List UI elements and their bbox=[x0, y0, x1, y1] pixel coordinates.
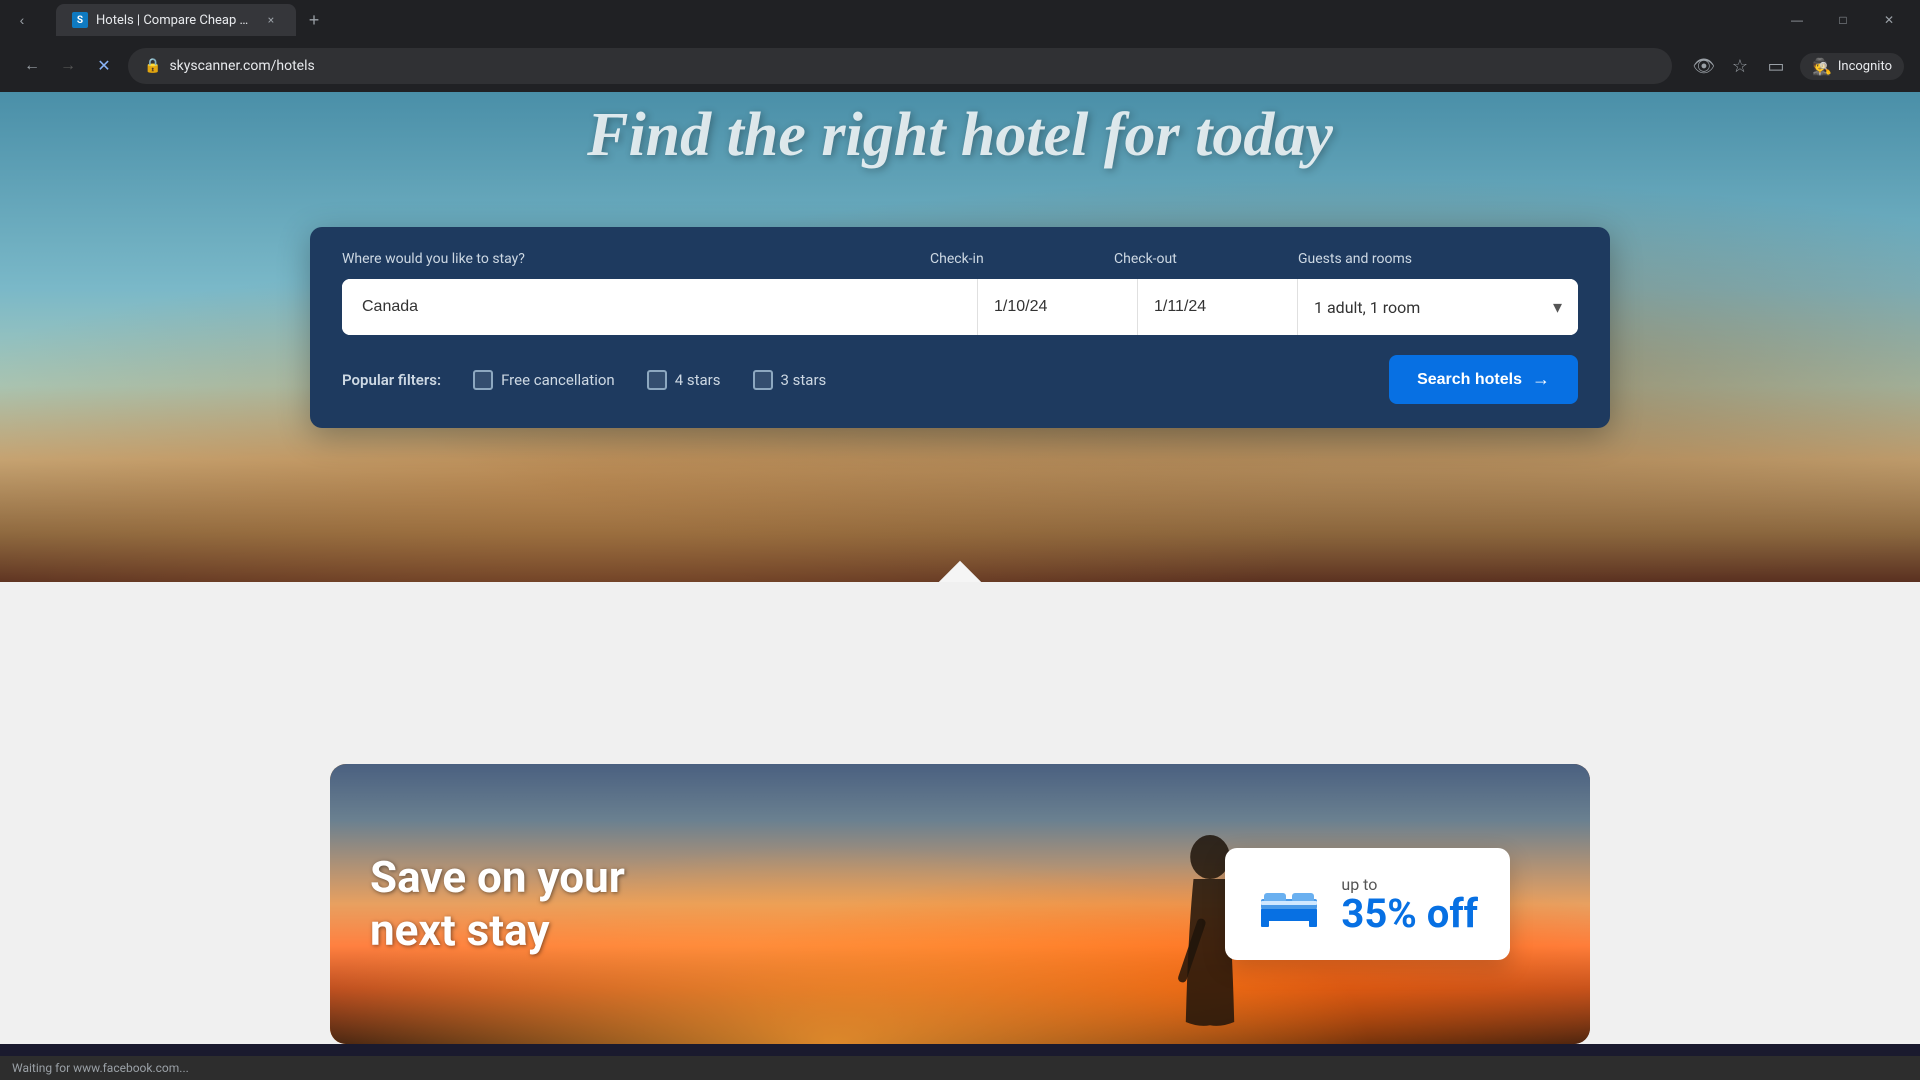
reload-button[interactable]: ✕ bbox=[88, 50, 120, 82]
search-hotels-button[interactable]: Search hotels → bbox=[1389, 355, 1578, 404]
discount-percent: 35% off bbox=[1341, 894, 1478, 934]
filters-label: Popular filters: bbox=[342, 371, 441, 389]
3-stars-filter[interactable]: 3 stars bbox=[753, 370, 827, 390]
free-cancellation-filter[interactable]: Free cancellation bbox=[473, 370, 615, 390]
search-arrow-icon: → bbox=[1532, 369, 1550, 390]
lock-icon: 🔒 bbox=[144, 58, 161, 74]
4-stars-label: 4 stars bbox=[675, 371, 721, 389]
lower-section: Save on your next stay bbox=[0, 582, 1920, 1044]
back-button[interactable]: ← bbox=[16, 50, 48, 82]
eye-off-icon[interactable]: 👁 bbox=[1688, 50, 1720, 82]
4-stars-checkbox[interactable] bbox=[647, 370, 667, 390]
hero-section: Find the right hotel for today Where wou… bbox=[0, 92, 1920, 582]
address-nav-buttons: ← → ✕ bbox=[16, 50, 120, 82]
free-cancellation-label: Free cancellation bbox=[501, 371, 615, 389]
window-controls: — □ ✕ bbox=[1774, 0, 1912, 40]
minimize-button[interactable]: — bbox=[1774, 0, 1820, 40]
3-stars-checkbox[interactable] bbox=[753, 370, 773, 390]
promo-text: Save on your next stay bbox=[330, 811, 665, 997]
search-panel: Where would you like to stay? Check-in C… bbox=[310, 227, 1610, 428]
destination-label: Where would you like to stay? bbox=[342, 251, 930, 267]
title-bar: ‹ S Hotels | Compare Cheap Hotel × + — □… bbox=[0, 0, 1920, 40]
sidebar-button[interactable]: ▭ bbox=[1760, 50, 1792, 82]
discount-text: up to 35% off bbox=[1341, 875, 1478, 934]
status-bar: Waiting for www.facebook.com... bbox=[0, 1056, 1920, 1080]
status-text: Waiting for www.facebook.com... bbox=[12, 1061, 189, 1075]
checkout-label: Check-out bbox=[1114, 251, 1274, 267]
filters-row: Popular filters: Free cancellation 4 sta… bbox=[342, 355, 1578, 404]
browser-chrome: ‹ S Hotels | Compare Cheap Hotel × + — □… bbox=[0, 0, 1920, 92]
destination-input[interactable] bbox=[342, 279, 978, 335]
checkin-input[interactable] bbox=[978, 279, 1138, 335]
bed-icon bbox=[1259, 879, 1319, 929]
maximize-button[interactable]: □ bbox=[1820, 0, 1866, 40]
promo-title: Save on your next stay bbox=[370, 851, 625, 957]
guests-rooms-selector[interactable]: 1 adult, 1 room ▾ bbox=[1298, 279, 1578, 335]
tab-close-button[interactable]: × bbox=[262, 11, 280, 29]
page-content: Find the right hotel for today Where wou… bbox=[0, 92, 1920, 1044]
guests-dropdown-arrow: ▾ bbox=[1553, 297, 1562, 318]
url-text: skyscanner.com/hotels bbox=[169, 58, 314, 74]
bookmark-button[interactable]: ☆ bbox=[1724, 50, 1756, 82]
free-cancellation-checkbox[interactable] bbox=[473, 370, 493, 390]
checkout-input[interactable] bbox=[1138, 279, 1298, 335]
incognito-icon: 🕵 bbox=[1812, 57, 1832, 76]
tab-nav-buttons: ‹ bbox=[8, 6, 36, 34]
search-inputs: 1 adult, 1 room ▾ bbox=[342, 279, 1578, 335]
forward-button[interactable]: → bbox=[52, 50, 84, 82]
close-window-button[interactable]: ✕ bbox=[1866, 0, 1912, 40]
tab-favicon: S bbox=[72, 12, 88, 28]
guests-label: Guests and rooms bbox=[1298, 251, 1578, 267]
checkin-label: Check-in bbox=[930, 251, 1090, 267]
3-stars-label: 3 stars bbox=[781, 371, 827, 389]
tabs-container: S Hotels | Compare Cheap Hotel × + bbox=[48, 2, 1766, 38]
search-labels: Where would you like to stay? Check-in C… bbox=[342, 251, 1578, 267]
search-hotels-label: Search hotels bbox=[1417, 371, 1522, 389]
guests-rooms-value: 1 adult, 1 room bbox=[1314, 298, 1553, 317]
incognito-badge: 🕵 Incognito bbox=[1800, 53, 1904, 80]
active-tab[interactable]: S Hotels | Compare Cheap Hotel × bbox=[56, 4, 296, 36]
incognito-label: Incognito bbox=[1838, 59, 1892, 74]
prev-tab-button[interactable]: ‹ bbox=[8, 6, 36, 34]
url-bar[interactable]: 🔒 skyscanner.com/hotels bbox=[128, 48, 1672, 84]
bed-icon-container bbox=[1257, 872, 1321, 936]
address-bar: ← → ✕ 🔒 skyscanner.com/hotels 👁 ☆ ▭ 🕵 In… bbox=[0, 40, 1920, 92]
tab-title: Hotels | Compare Cheap Hotel bbox=[96, 13, 254, 28]
discount-card: up to 35% off bbox=[1225, 848, 1510, 960]
4-stars-filter[interactable]: 4 stars bbox=[647, 370, 721, 390]
hero-title: Find the right hotel for today bbox=[587, 100, 1333, 171]
address-bar-actions: 👁 ☆ ▭ bbox=[1688, 50, 1792, 82]
promo-banner: Save on your next stay bbox=[330, 764, 1590, 1044]
new-tab-button[interactable]: + bbox=[300, 6, 328, 34]
